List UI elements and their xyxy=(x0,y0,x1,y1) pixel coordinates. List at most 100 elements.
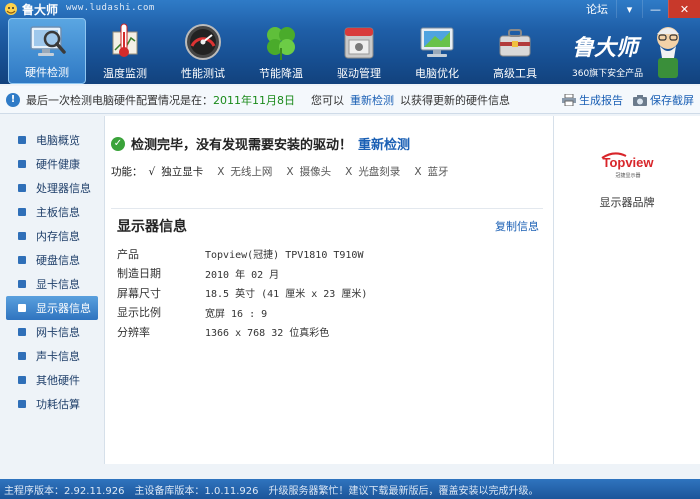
status-bar: 主程序版本：2.92.11.926 主设备库版本：1.0.11.926 升级服务… xyxy=(0,479,700,499)
sidebar-item-network[interactable]: 网卡信息 xyxy=(0,320,104,344)
svg-text:Topview: Topview xyxy=(602,155,654,170)
minimize-button[interactable]: — xyxy=(642,0,668,18)
bullet-icon xyxy=(18,328,26,336)
nav-label: 温度监测 xyxy=(103,67,147,80)
update-notice: 升级服务器繁忙！建议下载最新版后，覆盖安装以完成升级。 xyxy=(268,485,539,497)
sidebar-item-health[interactable]: 硬件健康 xyxy=(0,152,104,176)
mascot-icon xyxy=(657,27,679,78)
nav-energy-saving[interactable]: 节能降温 xyxy=(242,18,320,84)
spec-value: 1366 x 768 32 位真彩色 xyxy=(205,328,330,340)
info-bar: ! 最后一次检测电脑硬件配置情况是在： 2011年11月8日 您可以 重新检测 … xyxy=(0,86,700,114)
last-detect-date: 2011年11月8日 xyxy=(213,93,295,107)
app-logo-icon xyxy=(5,3,17,15)
thermometer-icon xyxy=(112,23,138,57)
spec-row: 显示比例 宽屏 16 : 9 xyxy=(117,303,367,323)
spec-key: 分辨率 xyxy=(117,325,150,339)
top-band: 鲁大师 www.ludashi.com 论坛 ▾ — ✕ 硬件检测 温度监测 性… xyxy=(0,0,700,84)
info-icon: ! xyxy=(6,92,20,107)
check-icon: ✓ xyxy=(111,136,125,151)
driver-box-icon xyxy=(344,27,374,59)
sidebar-item-label: 处理器信息 xyxy=(36,182,91,195)
sidebar-item-label: 其他硬件 xyxy=(36,374,80,387)
sidebar-item-overview[interactable]: 电脑概览 xyxy=(0,128,104,152)
nav-label: 性能测试 xyxy=(181,67,225,80)
main-nav: 硬件检测 温度监测 性能测试 节能降温 驱动管理 电脑优化 高级工具 xyxy=(8,18,554,84)
speedometer-icon xyxy=(185,24,221,60)
feature-item: X 光盘刻录 xyxy=(345,166,401,178)
device-db-version: 主设备库版本：1.0.11.926 xyxy=(134,485,259,497)
title-bar: 鲁大师 www.ludashi.com 论坛 ▾ — ✕ xyxy=(0,0,700,18)
nav-optimize[interactable]: 电脑优化 xyxy=(398,18,476,84)
nav-performance[interactable]: 性能测试 xyxy=(164,18,242,84)
copy-info-link[interactable]: 复制信息 xyxy=(495,218,539,234)
save-screenshot-button[interactable]: 保存截屏 xyxy=(633,92,694,108)
bullet-icon xyxy=(18,304,26,312)
brand-block: 鲁大师 360旗下安全产品 xyxy=(566,22,686,82)
sidebar-item-cpu[interactable]: 处理器信息 xyxy=(0,176,104,200)
nav-label: 节能降温 xyxy=(259,67,303,80)
sidebar-item-other[interactable]: 其他硬件 xyxy=(0,368,104,392)
spec-value: Topview(冠捷) TPV1810 T910W xyxy=(205,250,364,262)
spec-key: 屏幕尺寸 xyxy=(117,286,161,300)
window-controls: 论坛 ▾ — ✕ xyxy=(586,0,700,18)
sidebar-item-label: 声卡信息 xyxy=(36,350,80,363)
nav-label: 硬件检测 xyxy=(25,66,69,79)
clover-icon xyxy=(267,27,295,60)
sidebar-item-memory[interactable]: 内存信息 xyxy=(0,224,104,248)
nav-advanced-tools[interactable]: 高级工具 xyxy=(476,18,554,84)
monitor-brand-label: 显示器品牌 xyxy=(599,196,655,209)
sidebar-item-label: 网卡信息 xyxy=(36,326,80,339)
nav-hardware-detect[interactable]: 硬件检测 xyxy=(8,18,86,84)
sidebar-item-label: 内存信息 xyxy=(36,230,80,243)
sidebar-item-motherboard[interactable]: 主板信息 xyxy=(0,200,104,224)
sidebar: 电脑概览 硬件健康 处理器信息 主板信息 内存信息 硬盘信息 显卡信息 显示器信… xyxy=(0,116,104,464)
feature-item: X 无线上网 xyxy=(217,166,273,178)
spec-row: 制造日期 2010 年 02 月 xyxy=(117,264,367,284)
spec-key: 显示比例 xyxy=(117,306,161,320)
detect-status: ✓ 检测完毕，没有发现需要安装的驱动！ 重新检测 xyxy=(111,134,410,153)
sidebar-item-graphics[interactable]: 显卡信息 xyxy=(0,272,104,296)
nav-label: 电脑优化 xyxy=(415,67,459,80)
computer-optimize-icon xyxy=(420,27,454,57)
bullet-icon xyxy=(18,352,26,360)
sidebar-item-label: 硬盘信息 xyxy=(36,254,80,267)
feature-item: X 摄像头 xyxy=(286,166,332,178)
app-name: 鲁大师 xyxy=(22,3,59,17)
spec-row: 分辨率 1366 x 768 32 位真彩色 xyxy=(117,322,367,342)
nav-label: 高级工具 xyxy=(493,67,537,80)
section-title: 显示器信息 xyxy=(117,219,187,235)
sidebar-item-sound[interactable]: 声卡信息 xyxy=(0,344,104,368)
status-redetect-link[interactable]: 重新检测 xyxy=(358,134,410,153)
printer-icon xyxy=(562,94,576,106)
sidebar-item-label: 显卡信息 xyxy=(36,278,80,291)
nav-driver-manage[interactable]: 驱动管理 xyxy=(320,18,398,84)
sidebar-item-monitor[interactable]: 显示器信息 xyxy=(6,296,98,320)
forum-link[interactable]: 论坛 xyxy=(586,1,608,17)
bullet-icon xyxy=(18,400,26,408)
spec-row: 产品 Topview(冠捷) TPV1810 T910W xyxy=(117,244,367,264)
info-prefix: 最后一次检测电脑硬件配置情况是在： xyxy=(26,93,213,107)
info-actions: 生成报告 保存截屏 xyxy=(552,92,694,108)
nav-label: 驱动管理 xyxy=(337,67,381,80)
sidebar-item-disk[interactable]: 硬盘信息 xyxy=(0,248,104,272)
spec-key: 制造日期 xyxy=(117,267,161,281)
spec-key: 产品 xyxy=(117,247,139,261)
sidebar-item-power[interactable]: 功耗估算 xyxy=(0,392,104,416)
menu-dropdown-button[interactable]: ▾ xyxy=(616,0,642,18)
nav-temperature[interactable]: 温度监测 xyxy=(86,18,164,84)
bullet-icon xyxy=(18,136,26,144)
bullet-icon xyxy=(18,376,26,384)
feature-item: X 蓝牙 xyxy=(414,166,449,178)
sidebar-item-label: 硬件健康 xyxy=(36,158,80,171)
feature-list: 功能： √ 独立显卡 X 无线上网 X 摄像头 X 光盘刻录 X 蓝牙 xyxy=(111,164,463,179)
generate-report-button[interactable]: 生成报告 xyxy=(562,92,623,108)
sidebar-item-label: 功耗估算 xyxy=(36,398,80,411)
save-screenshot-label: 保存截屏 xyxy=(650,94,694,107)
toolbox-icon xyxy=(499,29,531,57)
close-button[interactable]: ✕ xyxy=(668,0,700,18)
redetect-link[interactable]: 重新检测 xyxy=(350,92,394,108)
bullet-icon xyxy=(18,256,26,264)
bullet-icon xyxy=(18,208,26,216)
brand-panel: Topview 冠捷显示器 显示器品牌 xyxy=(554,116,700,464)
spec-table: 产品 Topview(冠捷) TPV1810 T910W 制造日期 2010 年 0… xyxy=(117,244,367,342)
